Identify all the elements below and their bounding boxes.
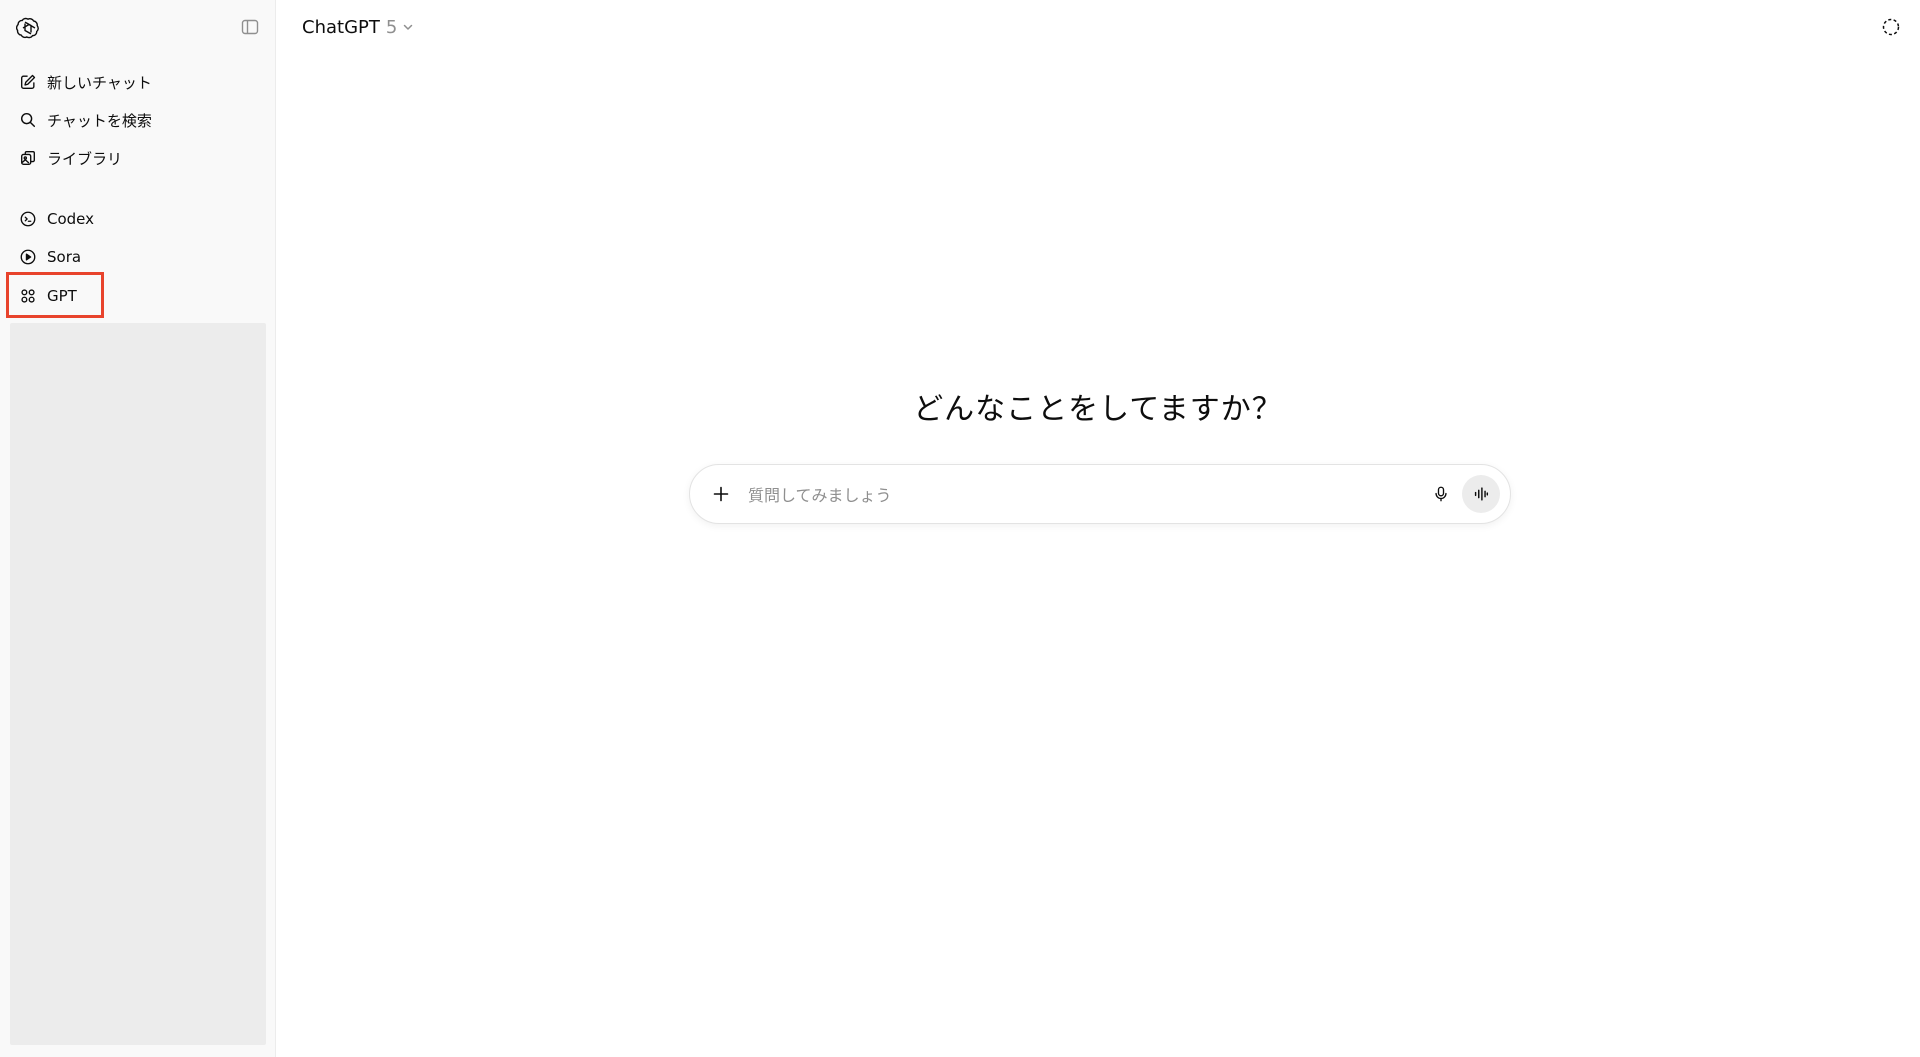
- model-name: ChatGPT: [302, 16, 380, 38]
- prompt-input[interactable]: [746, 479, 1390, 511]
- sidebar-header: [0, 0, 276, 54]
- sidebar: 新しいチャット チャットを検索 ライブラリ Codex Sora GPT: [0, 0, 276, 1057]
- dictate-button[interactable]: [1426, 479, 1456, 509]
- sidebar-item-search-chats[interactable]: チャットを検索: [8, 103, 266, 137]
- app-window: 新しいチャット チャットを検索 ライブラリ Codex Sora GPT Cha…: [0, 0, 1920, 1057]
- voice-mode-button[interactable]: [1462, 475, 1500, 513]
- codex-icon: [18, 209, 38, 229]
- sidebar-toggle-button[interactable]: [237, 14, 263, 40]
- sidebar-item-label: Codex: [47, 210, 95, 228]
- sidebar-item-label: Sora: [47, 248, 82, 266]
- sidebar-item-label: チャットを検索: [47, 111, 152, 130]
- sidebar-item-new-chat[interactable]: 新しいチャット: [8, 65, 266, 99]
- model-version: 5: [385, 16, 398, 38]
- chat-history-panel: [10, 323, 266, 1045]
- temporary-chat-icon: [1882, 18, 1900, 36]
- chevron-down-icon: [401, 20, 415, 34]
- plus-icon: [713, 486, 729, 502]
- sidebar-item-sora[interactable]: Sora: [8, 240, 266, 274]
- microphone-icon: [1435, 486, 1447, 502]
- sidebar-item-label: ライブラリ: [47, 149, 123, 168]
- sidebar-item-gpt[interactable]: GPT: [8, 279, 266, 313]
- edit-icon: [18, 72, 38, 92]
- search-icon: [18, 110, 38, 130]
- model-selector[interactable]: ChatGPT 5: [296, 12, 421, 42]
- sidebar-toggle-icon: [241, 19, 259, 35]
- sidebar-item-label: GPT: [47, 287, 77, 305]
- play-circle-icon: [18, 247, 38, 267]
- sidebar-item-label: 新しいチャット: [47, 73, 152, 92]
- temporary-chat-button[interactable]: [1878, 14, 1904, 40]
- composer: [689, 464, 1511, 524]
- openai-logo-icon[interactable]: [14, 14, 42, 42]
- library-icon: [18, 148, 38, 168]
- voice-waveform-icon: [1474, 487, 1489, 501]
- main-area: ChatGPT 5 どんなことをしてますか？: [276, 0, 1920, 1057]
- sidebar-item-codex[interactable]: Codex: [8, 202, 266, 236]
- add-attachment-button[interactable]: [706, 479, 736, 509]
- sidebar-item-library[interactable]: ライブラリ: [8, 141, 266, 175]
- grid-icon: [18, 286, 38, 306]
- page-title: どんなことをしてますか？: [913, 392, 1283, 427]
